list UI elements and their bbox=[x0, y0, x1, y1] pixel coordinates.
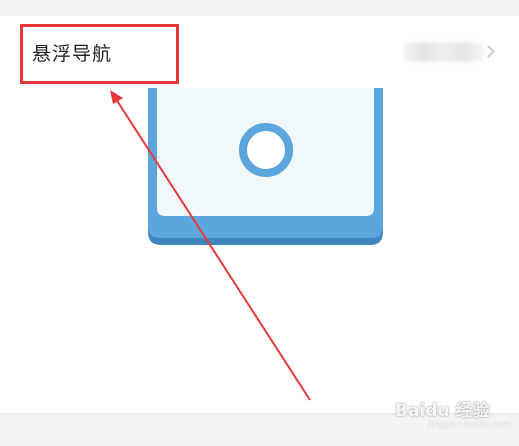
chevron-right-icon bbox=[482, 45, 495, 58]
annotation-arrow-head bbox=[110, 90, 123, 104]
floating-ring-icon bbox=[239, 123, 293, 177]
annotation-highlight-box bbox=[20, 24, 179, 84]
screenshot-stage: 悬浮导航 Baidu 经验 jingyan.baidu.com bbox=[0, 0, 519, 446]
watermark-brand: Baidu 经验 bbox=[395, 401, 490, 421]
setting-value-blurred bbox=[402, 42, 484, 62]
watermark-url: jingyan.baidu.com bbox=[428, 420, 512, 430]
